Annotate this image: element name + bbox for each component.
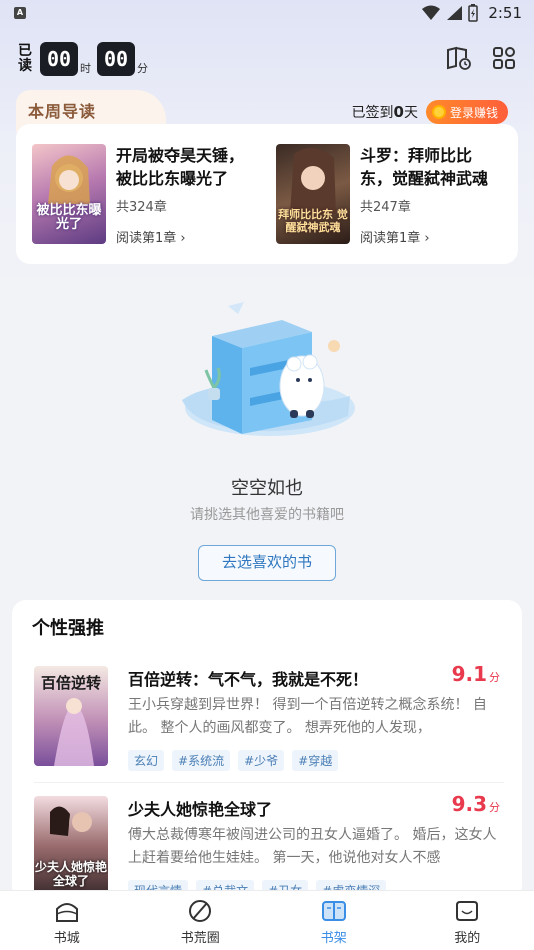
empty-bookshelf-illustration [182, 302, 355, 436]
minutes-display: 00 [97, 42, 135, 76]
book-description: 傅大总裁傅寒年被闯进公司的丑女人逼婚了。 婚后，这女人上赶着要给他生娃娃。 第一… [128, 827, 497, 866]
nav-item-profile[interactable]: 我的 [401, 891, 534, 950]
book-cover-text: 拜师比比东 觉醒弑神武魂 [278, 208, 348, 234]
tag[interactable]: #穿越 [292, 750, 339, 771]
app-notification-icon: A [14, 7, 26, 19]
timer-label: 已读 [18, 43, 32, 74]
nav-item-discover[interactable]: 书荒圈 [134, 891, 268, 950]
nav-label: 书城 [53, 931, 80, 946]
signal-icon [447, 6, 463, 20]
history-book-icon[interactable] [446, 46, 472, 70]
hours-display: 00 [40, 42, 78, 76]
house-icon [55, 903, 78, 922]
login-earn-button[interactable]: 登录赚钱 [425, 100, 508, 124]
read-chapter-link[interactable]: 阅读第1章 › [116, 227, 256, 246]
book-cover: 拜师比比东 觉醒弑神武魂 [276, 144, 350, 244]
wifi-icon [422, 5, 441, 20]
read-chapter-link[interactable]: 阅读第1章 › [360, 227, 500, 246]
guide-book[interactable]: 被比比东曝光了 开局被夺昊天锤，被比比东曝光了 共324章 阅读第1章 › [32, 144, 256, 246]
weekly-guide-title: 本周导读 [28, 102, 97, 121]
tag[interactable]: #少爷 [238, 750, 285, 771]
pick-favorite-books-button[interactable]: 去选喜欢的书 [198, 545, 336, 581]
clock: 2:51 [488, 4, 522, 22]
tag[interactable]: #系统流 [172, 750, 231, 771]
empty-state-subtitle: 请挑选其他喜爱的书籍吧 [190, 507, 344, 523]
book-description: 王小兵穿越到异世界！ 得到一个百倍逆转之概念系统！ 自此。 整个人的画风都变了。… [128, 697, 487, 736]
guide-book[interactable]: 拜师比比东 觉醒弑神武魂 斗罗：拜师比比东，觉醒弑神武魂 共247章 阅读第1章… [276, 144, 500, 246]
bottom-navigation: 书城 书荒圈 书架 我的 [0, 890, 534, 950]
nav-item-bookshelf[interactable]: 书架 [267, 891, 401, 950]
empty-state-title: 空空如也 [231, 478, 303, 499]
book-score: 9.1 分 [451, 662, 500, 686]
book-cover: 百倍逆转 [34, 666, 108, 766]
book-cover: 少夫人她惊艳全球了 [34, 796, 108, 896]
coin-icon [431, 105, 446, 119]
minutes-unit: 分 [137, 62, 148, 75]
guide-book-title: 开局被夺昊天锤，被比比东曝光了 [116, 146, 245, 188]
nav-label: 我的 [454, 931, 481, 946]
hours-unit: 时 [80, 62, 91, 75]
divider [34, 782, 504, 783]
recommend-section: 个性强推 百倍逆转 百倍逆转：气不气，我就是不死！ 9.1 分 王小兵穿越到异世界… [12, 600, 522, 900]
book-cover-text: 少夫人她惊艳全球了 [34, 860, 107, 888]
nav-item-bookstore[interactable]: 书城 [0, 891, 134, 950]
checkin-status: 已签到0天 [351, 103, 418, 121]
login-earn-label: 登录赚钱 [449, 105, 498, 120]
book-cover-text: 被比比东曝光了 [36, 203, 102, 232]
book-score: 9.3 分 [451, 792, 500, 816]
guide-book-title: 斗罗：拜师比比东，觉醒弑神武魂 [360, 146, 489, 188]
battery-icon [468, 4, 479, 22]
guide-book-chapters: 共247章 [360, 200, 411, 215]
book-title: 百倍逆转：气不气，我就是不死！ [128, 670, 369, 689]
status-bar: A 2:51 [0, 0, 534, 28]
recommend-title: 个性强推 [32, 618, 104, 639]
profile-icon [456, 901, 479, 921]
tag-genre[interactable]: 玄幻 [128, 750, 165, 771]
nav-label: 书荒圈 [180, 931, 220, 946]
list-item[interactable]: 百倍逆转 百倍逆转：气不气，我就是不死！ 9.1 分 王小兵穿越到异世界！ 得到一… [12, 662, 522, 796]
nav-label: 书架 [320, 931, 347, 946]
reading-timer: 已读 00 时 00 分 [18, 42, 148, 76]
weekly-guide-card: 本周导读 已签到0天 登录赚钱 被比比东曝光了 开局被夺昊天锤，被比比东曝光了 … [16, 90, 518, 264]
grid-menu-icon[interactable] [492, 46, 516, 70]
bookshelf-icon [321, 901, 346, 921]
guide-book-chapters: 共324章 [116, 200, 167, 215]
book-cover: 被比比东曝光了 [32, 144, 106, 244]
compass-icon [189, 900, 212, 922]
book-title: 少夫人她惊艳全球了 [128, 800, 273, 819]
list-item[interactable]: 少夫人她惊艳全球了 少夫人她惊艳全球了 9.3 分 傅大总裁傅寒年被闯进公司的丑女… [12, 792, 522, 900]
